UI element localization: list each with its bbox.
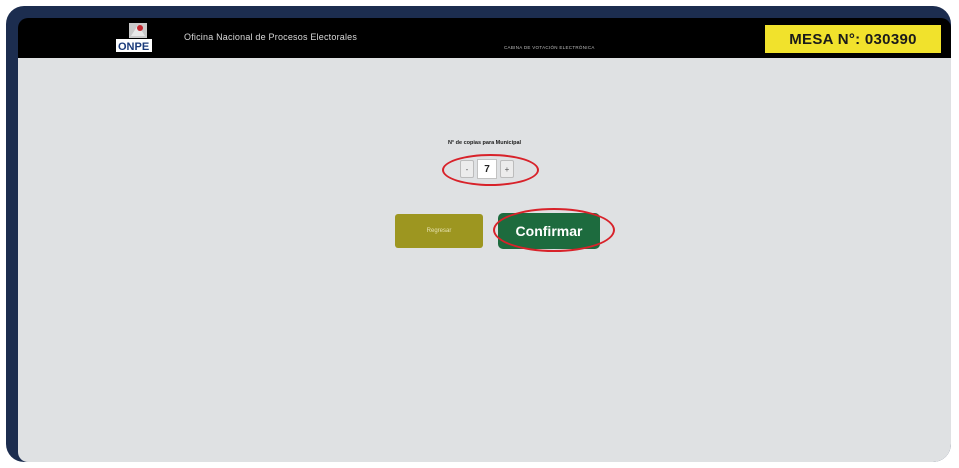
back-button[interactable]: Regresar bbox=[395, 214, 483, 248]
onpe-logo: ONPE bbox=[116, 23, 152, 53]
increment-button[interactable]: + bbox=[500, 160, 514, 178]
copies-label: N° de copias para Municipal bbox=[447, 140, 522, 146]
decrement-button[interactable]: - bbox=[460, 160, 474, 178]
screen-frame: ONPE Oficina Nacional de Procesos Electo… bbox=[6, 6, 951, 462]
top-bar: ONPE Oficina Nacional de Procesos Electo… bbox=[18, 18, 951, 58]
svg-text:ONPE: ONPE bbox=[118, 41, 149, 53]
mesa-badge: MESA N°: 030390 bbox=[765, 25, 941, 53]
copies-stepper: - 7 + bbox=[454, 156, 534, 182]
confirm-button[interactable]: Confirmar bbox=[498, 213, 600, 249]
app-subtitle: CABINA DE VOTACIÓN ELECTRÓNICA bbox=[504, 45, 595, 50]
main-content: N° de copias para Municipal - 7 + Regres… bbox=[18, 58, 951, 462]
copies-value: 7 bbox=[477, 159, 497, 179]
org-name: Oficina Nacional de Procesos Electorales bbox=[184, 32, 358, 42]
mesa-number: MESA N°: 030390 bbox=[789, 30, 917, 48]
